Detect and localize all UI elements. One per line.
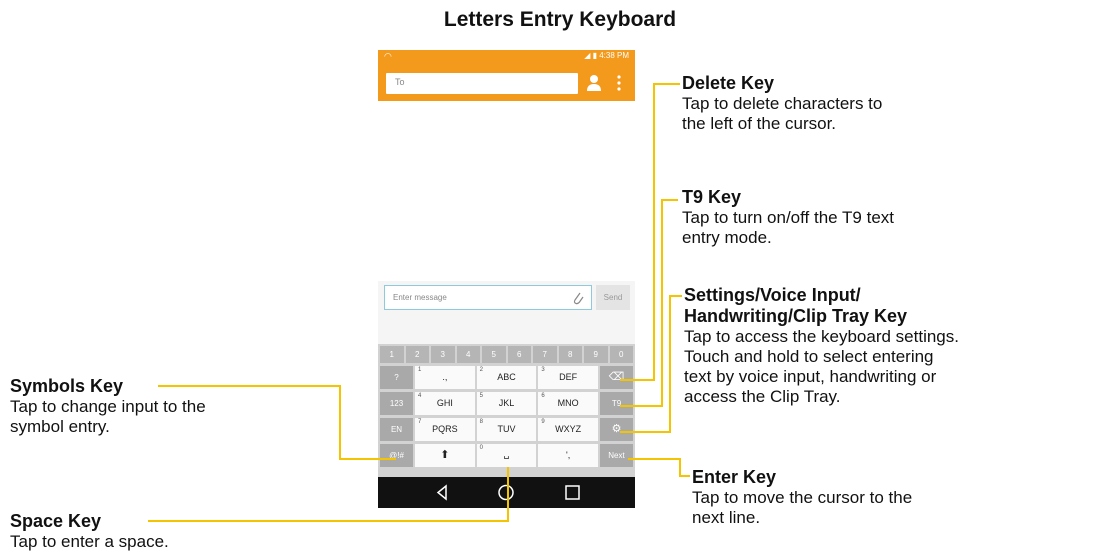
symbols-desc-2: symbol entry. [10,417,110,436]
t9-title: T9 Key [682,187,742,207]
settings-desc-1: Tap to access the keyboard settings. [684,327,959,346]
delete-annotation: Delete Key Tap to delete characters to t… [682,73,882,134]
callout-lines [148,83,690,522]
space-title: Space Key [10,511,102,531]
t9-desc-1: Tap to turn on/off the T9 text [682,208,895,227]
settings-title-2: Handwriting/Clip Tray Key [684,306,908,326]
delete-title: Delete Key [682,73,775,93]
enter-desc-1: Tap to move the cursor to the [692,488,913,507]
settings-callout-line [620,295,682,433]
settings-desc-2: Touch and hold to select entering [684,347,934,366]
t9-annotation: T9 Key Tap to turn on/off the T9 text en… [682,187,894,248]
settings-desc-4: access the Clip Tray. [684,387,841,406]
space-desc-1: Tap to enter a space. [10,532,169,551]
enter-callout-line [628,458,690,477]
enter-desc-2: next line. [692,508,761,527]
settings-desc-3: text by voice input, handwriting or [684,367,937,386]
settings-title-1: Settings/Voice Input/ [684,285,861,305]
delete-desc-2: the left of the cursor. [682,114,837,133]
space-callout-line [148,467,509,522]
enter-title: Enter Key [692,467,777,487]
delete-desc-1: Tap to delete characters to [682,94,883,113]
symbols-annotation: Symbols Key Tap to change input to the s… [10,376,206,437]
enter-annotation: Enter Key Tap to move the cursor to the … [692,467,912,528]
space-annotation: Space Key Tap to enter a space. [10,511,169,552]
symbols-desc-1: Tap to change input to the [10,397,206,416]
t9-desc-2: entry mode. [682,228,772,247]
symbols-title: Symbols Key [10,376,124,396]
settings-annotation: Settings/Voice Input/ Handwriting/Clip T… [684,285,959,407]
